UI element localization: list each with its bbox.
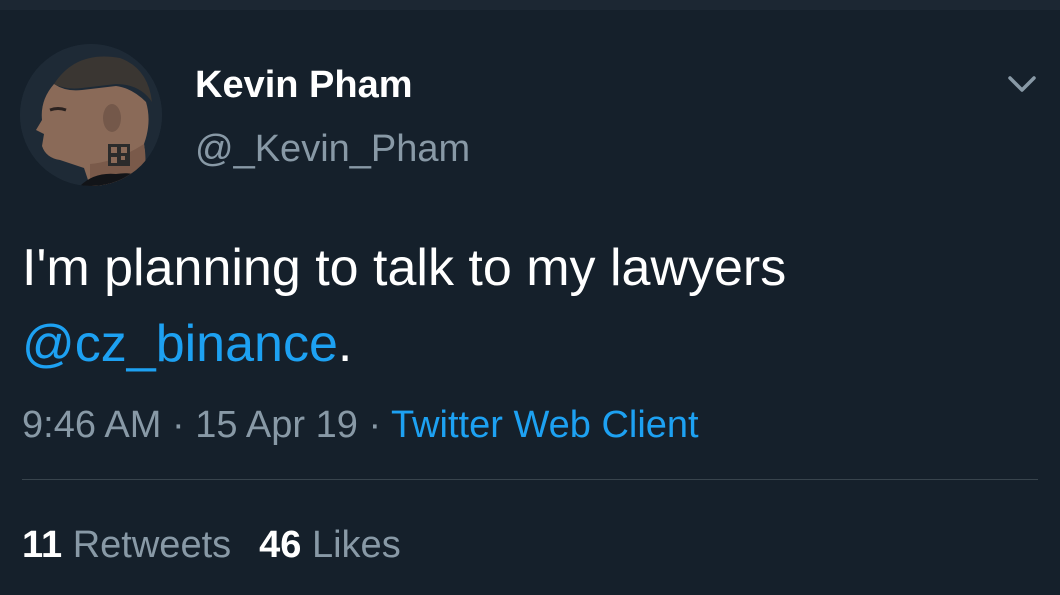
tweet-meta: 9:46 AM · 15 Apr 19 · Twitter Web Client — [22, 404, 699, 447]
meta-separator: · — [171, 404, 185, 446]
like-count: 46 — [259, 524, 302, 566]
tweet-stats: 11 Retweets 46 Likes — [22, 524, 401, 567]
meta-separator: · — [368, 404, 382, 446]
top-strip — [0, 0, 1060, 10]
tweet-text: I'm planning to talk to my lawyers @cz_b… — [22, 230, 1032, 382]
likes-stat[interactable]: 46 Likes — [259, 524, 401, 566]
tweet-time: 9:46 AM — [22, 404, 162, 446]
like-label: Likes — [311, 524, 401, 566]
avatar-image — [20, 44, 162, 186]
display-name[interactable]: Kevin Pham — [195, 64, 413, 107]
tweet-date: 15 Apr 19 — [195, 404, 358, 446]
avatar[interactable] — [20, 44, 162, 186]
tweet-text-main: I'm planning to talk to my lawyers — [22, 239, 787, 297]
tweet-detail: Kevin Pham @_Kevin_Pham I'm planning to … — [0, 10, 1060, 595]
mention-link[interactable]: @cz_binance — [22, 315, 338, 373]
tweet-source-link[interactable]: Twitter Web Client — [391, 404, 699, 446]
retweet-label: Retweets — [72, 524, 232, 566]
chevron-down-icon[interactable] — [1002, 70, 1042, 100]
retweets-stat[interactable]: 11 Retweets — [22, 524, 231, 566]
retweet-count: 11 — [22, 524, 63, 566]
user-handle[interactable]: @_Kevin_Pham — [195, 128, 470, 171]
divider — [22, 479, 1038, 480]
tweet-text-end: . — [337, 315, 353, 373]
